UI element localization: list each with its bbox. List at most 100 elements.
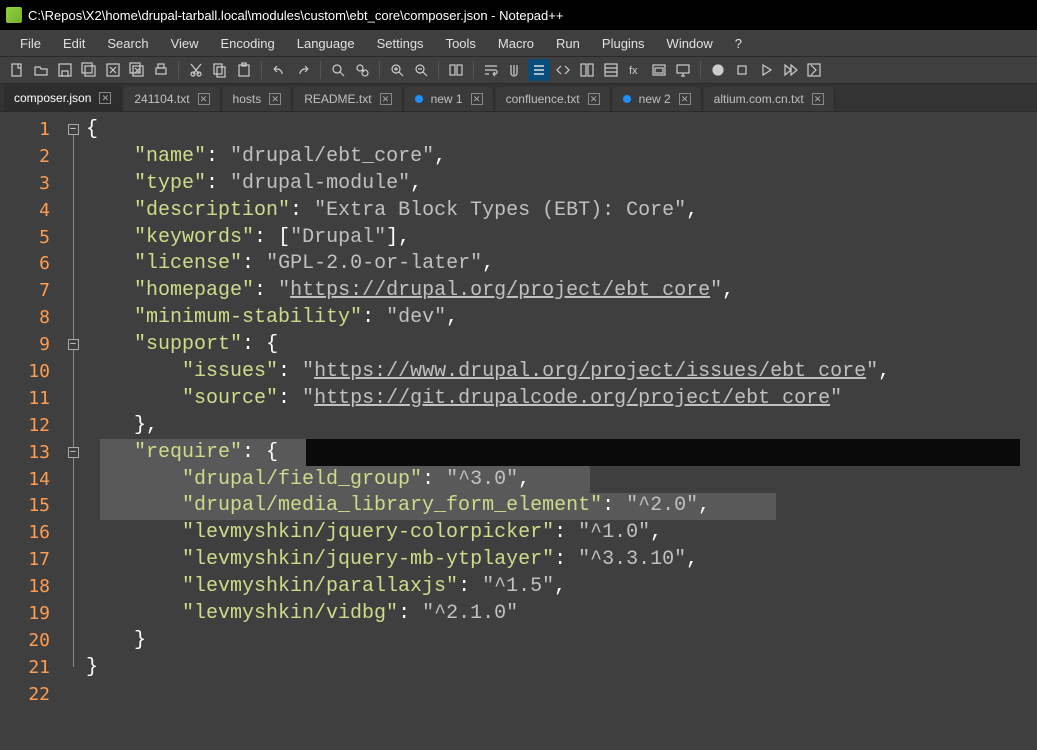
menu-edit[interactable]: Edit <box>53 33 95 54</box>
paste-icon[interactable] <box>233 59 255 81</box>
show-all-chars-icon[interactable] <box>504 59 526 81</box>
fold-cell <box>60 277 86 304</box>
fold-cell <box>60 250 86 277</box>
tab-new-1[interactable]: new 1✕ <box>405 87 494 111</box>
word-wrap-icon[interactable] <box>480 59 502 81</box>
line-number: 5 <box>0 224 60 251</box>
save-icon[interactable] <box>54 59 76 81</box>
fold-cell <box>60 519 86 546</box>
tab-altium-com-cn-txt[interactable]: altium.com.cn.txt ✕ <box>704 87 835 111</box>
editor: 12345678910111213141516171819202122 −−− … <box>0 112 1037 750</box>
play-macro-icon[interactable] <box>755 59 777 81</box>
menu-encoding[interactable]: Encoding <box>211 33 285 54</box>
fold-toggle-icon[interactable]: − <box>68 339 79 350</box>
undo-icon[interactable] <box>268 59 290 81</box>
close-icon[interactable] <box>102 59 124 81</box>
tabbar: composer.json✕241104.txt✕hosts✕README.tx… <box>0 84 1037 112</box>
menu-file[interactable]: File <box>10 33 51 54</box>
indent-guide-icon[interactable] <box>528 59 550 81</box>
folder-workspace-icon[interactable] <box>648 59 670 81</box>
tab-composer-json[interactable]: composer.json✕ <box>4 85 122 111</box>
copy-icon[interactable] <box>209 59 231 81</box>
save-macro-icon[interactable] <box>803 59 825 81</box>
record-macro-icon[interactable] <box>707 59 729 81</box>
cut-icon[interactable] <box>185 59 207 81</box>
line-number: 2 <box>0 143 60 170</box>
replace-icon[interactable] <box>351 59 373 81</box>
menu-window[interactable]: Window <box>657 33 723 54</box>
line-number: 20 <box>0 627 60 654</box>
fold-cell <box>60 681 86 708</box>
fold-cell <box>60 143 86 170</box>
line-number: 16 <box>0 519 60 546</box>
tab-new-2[interactable]: new 2 ✕ <box>613 87 702 111</box>
fold-toggle-icon[interactable]: − <box>68 447 79 458</box>
menu-[interactable]: ? <box>725 33 752 54</box>
fold-toggle-icon[interactable]: − <box>68 124 79 135</box>
menu-tools[interactable]: Tools <box>436 33 486 54</box>
fold-cell <box>60 304 86 331</box>
monitor-icon[interactable] <box>672 59 694 81</box>
menu-run[interactable]: Run <box>546 33 590 54</box>
line-number: 12 <box>0 412 60 439</box>
stop-macro-icon[interactable] <box>731 59 753 81</box>
zoom-in-icon[interactable] <box>386 59 408 81</box>
doc-list-icon[interactable] <box>600 59 622 81</box>
tab-hosts[interactable]: hosts ✕ <box>223 87 293 111</box>
close-all-icon[interactable] <box>126 59 148 81</box>
tab-close-icon[interactable]: ✕ <box>380 93 392 105</box>
line-number: 11 <box>0 385 60 412</box>
doc-map-icon[interactable] <box>576 59 598 81</box>
menu-macro[interactable]: Macro <box>488 33 544 54</box>
line-number: 9 <box>0 331 60 358</box>
menubar: FileEditSearchViewEncodingLanguageSettin… <box>0 30 1037 56</box>
tab-close-icon[interactable]: ✕ <box>99 92 111 104</box>
tab-close-icon[interactable]: ✕ <box>471 93 483 105</box>
fold-cell: − <box>60 116 86 143</box>
tab-close-icon[interactable]: ✕ <box>198 93 210 105</box>
tab-confluence-txt[interactable]: confluence.txt✕ <box>496 87 611 111</box>
tab-241104-txt[interactable]: 241104.txt ✕ <box>124 87 220 111</box>
line-number: 15 <box>0 492 60 519</box>
new-file-icon[interactable] <box>6 59 28 81</box>
code-text: { <box>86 118 98 141</box>
fold-cell <box>60 573 86 600</box>
tab-readme-txt[interactable]: README.txt✕ <box>294 87 402 111</box>
open-file-icon[interactable] <box>30 59 52 81</box>
fold-cell <box>60 627 86 654</box>
menu-settings[interactable]: Settings <box>367 33 434 54</box>
code-icon[interactable] <box>552 59 574 81</box>
sync-scroll-icon[interactable] <box>445 59 467 81</box>
toolbar: fx <box>0 56 1037 84</box>
menu-language[interactable]: Language <box>287 33 365 54</box>
save-all-icon[interactable] <box>78 59 100 81</box>
tab-close-icon[interactable]: ✕ <box>679 93 691 105</box>
tab-close-icon[interactable]: ✕ <box>812 93 824 105</box>
tab-label: hosts <box>233 92 262 106</box>
line-number: 10 <box>0 358 60 385</box>
tab-label: new 2 <box>639 92 671 106</box>
menu-search[interactable]: Search <box>97 33 158 54</box>
line-number: 4 <box>0 197 60 224</box>
code-area[interactable]: { "name": "drupal/ebt_core", "type": "dr… <box>86 112 1037 750</box>
dirty-dot-icon <box>415 95 423 103</box>
line-number: 3 <box>0 170 60 197</box>
redo-icon[interactable] <box>292 59 314 81</box>
fold-cell <box>60 466 86 493</box>
tab-label: 241104.txt <box>134 92 189 106</box>
function-list-icon[interactable]: fx <box>624 59 646 81</box>
menu-view[interactable]: View <box>161 33 209 54</box>
menu-plugins[interactable]: Plugins <box>592 33 655 54</box>
find-icon[interactable] <box>327 59 349 81</box>
tab-label: altium.com.cn.txt <box>714 92 804 106</box>
zoom-out-icon[interactable] <box>410 59 432 81</box>
line-number: 13 <box>0 439 60 466</box>
tab-close-icon[interactable]: ✕ <box>269 93 281 105</box>
play-multi-icon[interactable] <box>779 59 801 81</box>
fold-cell: − <box>60 331 86 358</box>
print-icon[interactable] <box>150 59 172 81</box>
app-icon <box>6 7 22 23</box>
fold-cell <box>60 654 86 681</box>
line-number: 18 <box>0 573 60 600</box>
tab-close-icon[interactable]: ✕ <box>588 93 600 105</box>
